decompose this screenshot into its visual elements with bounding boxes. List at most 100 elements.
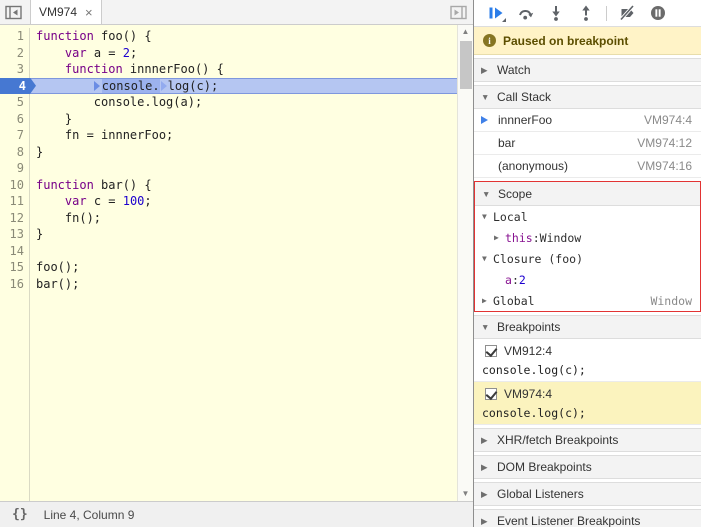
call-stack-frame[interactable]: barVM974:12	[474, 132, 701, 155]
paused-message: Paused on breakpoint	[503, 34, 628, 48]
source-tab[interactable]: VM974 ×	[30, 0, 102, 24]
source-editor[interactable]: 1function foo() {2 var a = 2;3 function …	[0, 25, 473, 501]
step-out-button[interactable]	[572, 1, 599, 25]
code-line-row[interactable]: 5 console.log(a);	[0, 94, 457, 111]
section-global-listeners[interactable]: ▶Global Listeners	[474, 482, 701, 506]
code-line-row[interactable]: 7 fn = innnerFoo;	[0, 127, 457, 144]
code-line[interactable]: function foo() {	[30, 28, 457, 45]
scope-section-row[interactable]: ▼Closure (foo)	[475, 248, 700, 269]
code-line-row[interactable]: 13}	[0, 226, 457, 243]
step-into-button[interactable]	[542, 1, 569, 25]
step-location-marker-icon[interactable]	[161, 81, 167, 91]
chevron-down-icon[interactable]: ▼	[482, 254, 493, 263]
call-stack-frame[interactable]: (anonymous)VM974:16	[474, 155, 701, 178]
section-watch[interactable]: ▶ Watch	[474, 58, 701, 82]
breakpoint-entry[interactable]: VM974:4console.log(c);	[474, 382, 701, 425]
frame-function-name: innnerFoo	[498, 113, 644, 127]
editor-scrollbar[interactable]: ▲ ▼	[457, 25, 473, 501]
code-line-row[interactable]: 16bar();	[0, 276, 457, 293]
chevron-down-icon: ▼	[482, 189, 493, 199]
step-over-button[interactable]	[512, 1, 539, 25]
code-line[interactable]	[30, 160, 457, 177]
code-line-row[interactable]: 3 function innnerFoo() {	[0, 61, 457, 78]
show-navigator-button[interactable]	[0, 0, 27, 24]
section-xhr-fetch-breakpoints[interactable]: ▶XHR/fetch Breakpoints	[474, 428, 701, 452]
code-line-row[interactable]: 12 fn();	[0, 210, 457, 227]
code-line-row[interactable]: 10function bar() {	[0, 177, 457, 194]
code-line-row[interactable]: 11 var c = 100;	[0, 193, 457, 210]
line-number[interactable]: 15	[0, 259, 30, 276]
chevron-right-icon[interactable]: ▶	[494, 233, 505, 242]
section-dom-breakpoints[interactable]: ▶DOM Breakpoints	[474, 455, 701, 479]
deactivate-breakpoints-button[interactable]	[614, 1, 641, 25]
code-line-row[interactable]: 15foo();	[0, 259, 457, 276]
code-line-row[interactable]: 2 var a = 2;	[0, 45, 457, 62]
line-number[interactable]: 2	[0, 45, 30, 62]
line-number[interactable]: 5	[0, 94, 30, 111]
scope-section-row[interactable]: ▼Local	[475, 206, 700, 227]
breakpoint-checkbox[interactable]	[485, 345, 497, 357]
scrollbar-thumb[interactable]	[460, 41, 472, 89]
chevron-down-icon[interactable]: ▼	[482, 212, 493, 221]
line-number[interactable]: 4	[0, 78, 30, 95]
line-number[interactable]: 16	[0, 276, 30, 293]
code-line[interactable]: function bar() {	[30, 177, 457, 194]
code-line-row[interactable]: 6 }	[0, 111, 457, 128]
code-line-row[interactable]: 9	[0, 160, 457, 177]
code-token: var	[65, 46, 87, 60]
breakpoint-header[interactable]: VM974:4	[474, 385, 701, 403]
section-scope[interactable]: ▼ Scope	[475, 182, 700, 206]
scrollbar-down-icon[interactable]: ▼	[458, 487, 473, 501]
line-number[interactable]: 6	[0, 111, 30, 128]
step-location-marker-icon[interactable]	[94, 81, 100, 91]
code-line[interactable]: }	[30, 111, 457, 128]
breakpoint-checkbox[interactable]	[485, 388, 497, 400]
code-line[interactable]: }	[30, 226, 457, 243]
line-number[interactable]: 7	[0, 127, 30, 144]
code-line[interactable]: console.log(c);	[30, 78, 457, 95]
line-number[interactable]: 14	[0, 243, 30, 260]
tab-close-icon[interactable]: ×	[85, 6, 93, 19]
breakpoint-entry[interactable]: VM912:4console.log(c);	[474, 339, 701, 382]
line-number[interactable]: 9	[0, 160, 30, 177]
show-drawer-button[interactable]	[443, 0, 473, 24]
section-breakpoints[interactable]: ▼ Breakpoints	[474, 315, 701, 339]
scrollbar-up-icon[interactable]: ▲	[458, 25, 473, 39]
resume-button[interactable]	[482, 1, 509, 25]
line-number[interactable]: 3	[0, 61, 30, 78]
code-line-row[interactable]: 1function foo() {	[0, 28, 457, 45]
scope-section-row[interactable]: ▶GlobalWindow	[475, 290, 700, 311]
line-number[interactable]: 10	[0, 177, 30, 194]
code-line[interactable]: foo();	[30, 259, 457, 276]
code-line-row[interactable]: 4 console.log(c);	[0, 78, 457, 95]
call-stack-label: Call Stack	[497, 90, 551, 104]
code-line[interactable]: function innnerFoo() {	[30, 61, 457, 78]
code-line-row[interactable]: 14	[0, 243, 457, 260]
line-number[interactable]: 11	[0, 193, 30, 210]
section-event-listener-breakpoints[interactable]: ▶Event Listener Breakpoints	[474, 509, 701, 527]
code-line[interactable]: console.log(a);	[30, 94, 457, 111]
code-line[interactable]: }	[30, 144, 457, 161]
scope-property[interactable]: a: 2	[475, 269, 700, 290]
breakpoint-header[interactable]: VM912:4	[474, 342, 701, 360]
deactivate-breakpoints-icon	[619, 5, 636, 21]
line-number[interactable]: 8	[0, 144, 30, 161]
chevron-right-icon[interactable]: ▶	[482, 296, 493, 305]
line-number[interactable]: 1	[0, 28, 30, 45]
code-line[interactable]: fn();	[30, 210, 457, 227]
code-line[interactable]	[30, 243, 457, 260]
pause-on-exceptions-button[interactable]	[644, 1, 671, 25]
line-number[interactable]: 13	[0, 226, 30, 243]
pretty-print-button[interactable]: {}	[12, 507, 28, 522]
code-line[interactable]: var c = 100;	[30, 193, 457, 210]
code-line-row[interactable]: 8}	[0, 144, 457, 161]
editor-empty-area[interactable]	[0, 292, 457, 501]
scope-property[interactable]: ▶this: Window	[475, 227, 700, 248]
frame-function-name: (anonymous)	[498, 159, 637, 173]
code-line[interactable]: fn = innnerFoo;	[30, 127, 457, 144]
code-line[interactable]: var a = 2;	[30, 45, 457, 62]
line-number[interactable]: 12	[0, 210, 30, 227]
section-call-stack[interactable]: ▼ Call Stack	[474, 85, 701, 109]
code-line[interactable]: bar();	[30, 276, 457, 293]
call-stack-frame[interactable]: innnerFooVM974:4	[474, 109, 701, 132]
